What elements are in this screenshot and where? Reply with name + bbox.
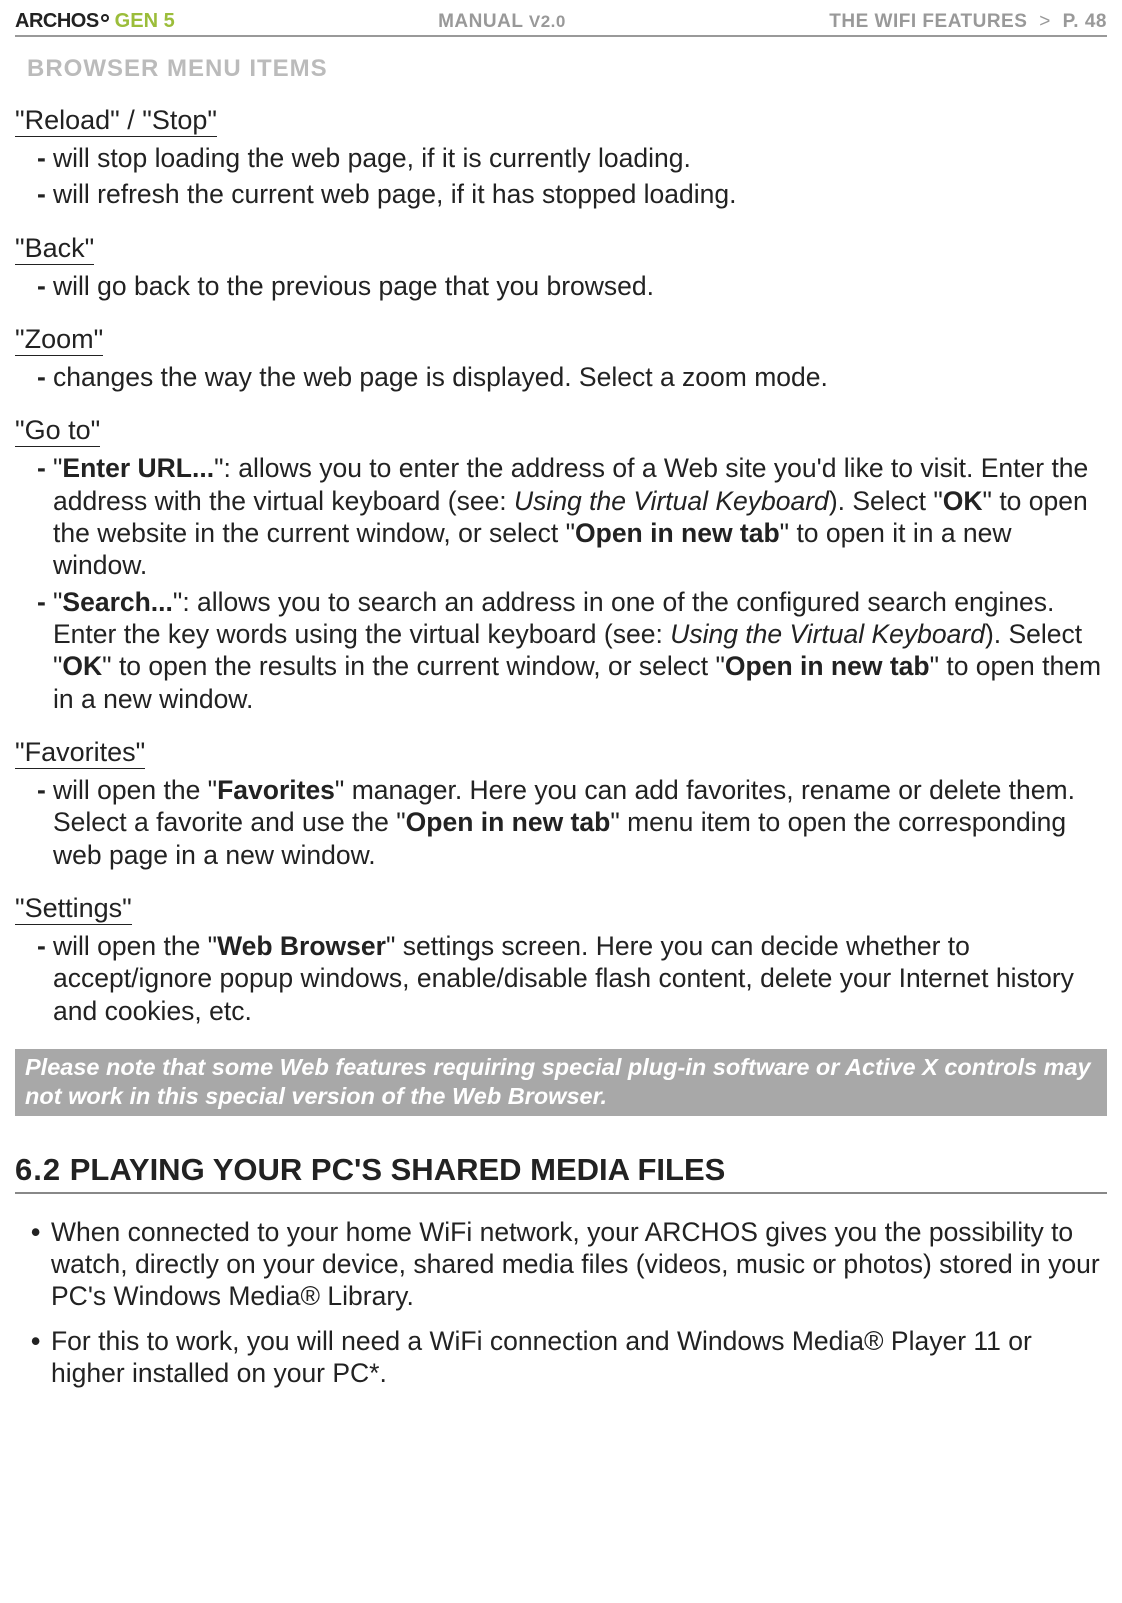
list-item: will stop loading the web page, if it is…	[37, 142, 1107, 174]
list-item: will go back to the previous page that y…	[37, 270, 1107, 302]
bold-label: Open in new tab	[575, 518, 780, 548]
version-label: V2.0	[529, 12, 566, 31]
page-header: ARCHOS GEN 5 MANUAL V2.0 THE WIFI FEATUR…	[15, 10, 1107, 37]
section-6-2-title: 6.2 Playing your PC's shared Media Files	[15, 1152, 1107, 1194]
section-heading-text: Playing your PC's shared Media Files	[70, 1152, 726, 1187]
bold-label: Enter URL...	[62, 453, 214, 483]
cross-ref: Using the Virtual Keyboard	[514, 486, 829, 516]
back-list: will go back to the previous page that y…	[15, 270, 1107, 302]
archos-logo: ARCHOS	[15, 10, 109, 33]
menu-title-favorites: "Favorites"	[15, 737, 1107, 768]
reload-list: will stop loading the web page, if it is…	[15, 142, 1107, 211]
menu-title-reload: "Reload" / "Stop"	[15, 105, 1107, 136]
zoom-list: changes the way the web page is displaye…	[15, 361, 1107, 393]
favorites-list: will open the "Favorites" manager. Here …	[15, 774, 1107, 871]
header-left: ARCHOS GEN 5	[15, 10, 175, 33]
bold-label: Favorites	[217, 775, 335, 805]
settings-list: will open the "Web Browser" settings scr…	[15, 930, 1107, 1027]
brand-text: ARCHOS	[15, 10, 99, 33]
menu-title-settings: "Settings"	[15, 893, 1107, 924]
chevron-right-icon: >	[1039, 11, 1051, 32]
bold-label: OK	[943, 486, 983, 516]
note-box: Please note that some Web features requi…	[15, 1049, 1107, 1116]
bold-label: Open in new tab	[406, 807, 611, 837]
cross-ref: Using the Virtual Keyboard	[670, 619, 985, 649]
menu-title-zoom: "Zoom"	[15, 324, 1107, 355]
list-item: "Search...": allows you to search an add…	[37, 586, 1107, 715]
subsection-title: BROWSER MENU ITEMS	[27, 55, 1107, 83]
section-6-2-bullets: When connected to your home WiFi network…	[15, 1216, 1107, 1390]
gen5-label: GEN 5	[115, 10, 175, 33]
section-number: 6.2	[15, 1152, 61, 1187]
list-item: will refresh the current web page, if it…	[37, 178, 1107, 210]
bold-label: Search...	[62, 587, 172, 617]
brand-dot-icon	[101, 14, 109, 22]
section-name: THE WIFI FEATURES	[829, 11, 1027, 32]
list-item: "Enter URL...": allows you to enter the …	[37, 452, 1107, 581]
menu-title-goto: "Go to"	[15, 415, 1107, 446]
page-number: P. 48	[1063, 11, 1107, 32]
list-item: When connected to your home WiFi network…	[25, 1216, 1107, 1313]
bold-label: OK	[62, 651, 102, 681]
header-center: MANUAL V2.0	[438, 11, 566, 33]
bold-label: Open in new tab	[725, 651, 930, 681]
header-right: THE WIFI FEATURES > P. 48	[829, 11, 1107, 33]
list-item: will open the "Favorites" manager. Here …	[37, 774, 1107, 871]
list-item: For this to work, you will need a WiFi c…	[25, 1325, 1107, 1390]
bold-label: Web Browser	[217, 931, 386, 961]
menu-title-back: "Back"	[15, 233, 1107, 264]
goto-list: "Enter URL...": allows you to enter the …	[15, 452, 1107, 715]
manual-label: MANUAL	[438, 11, 523, 32]
list-item: changes the way the web page is displaye…	[37, 361, 1107, 393]
list-item: will open the "Web Browser" settings scr…	[37, 930, 1107, 1027]
